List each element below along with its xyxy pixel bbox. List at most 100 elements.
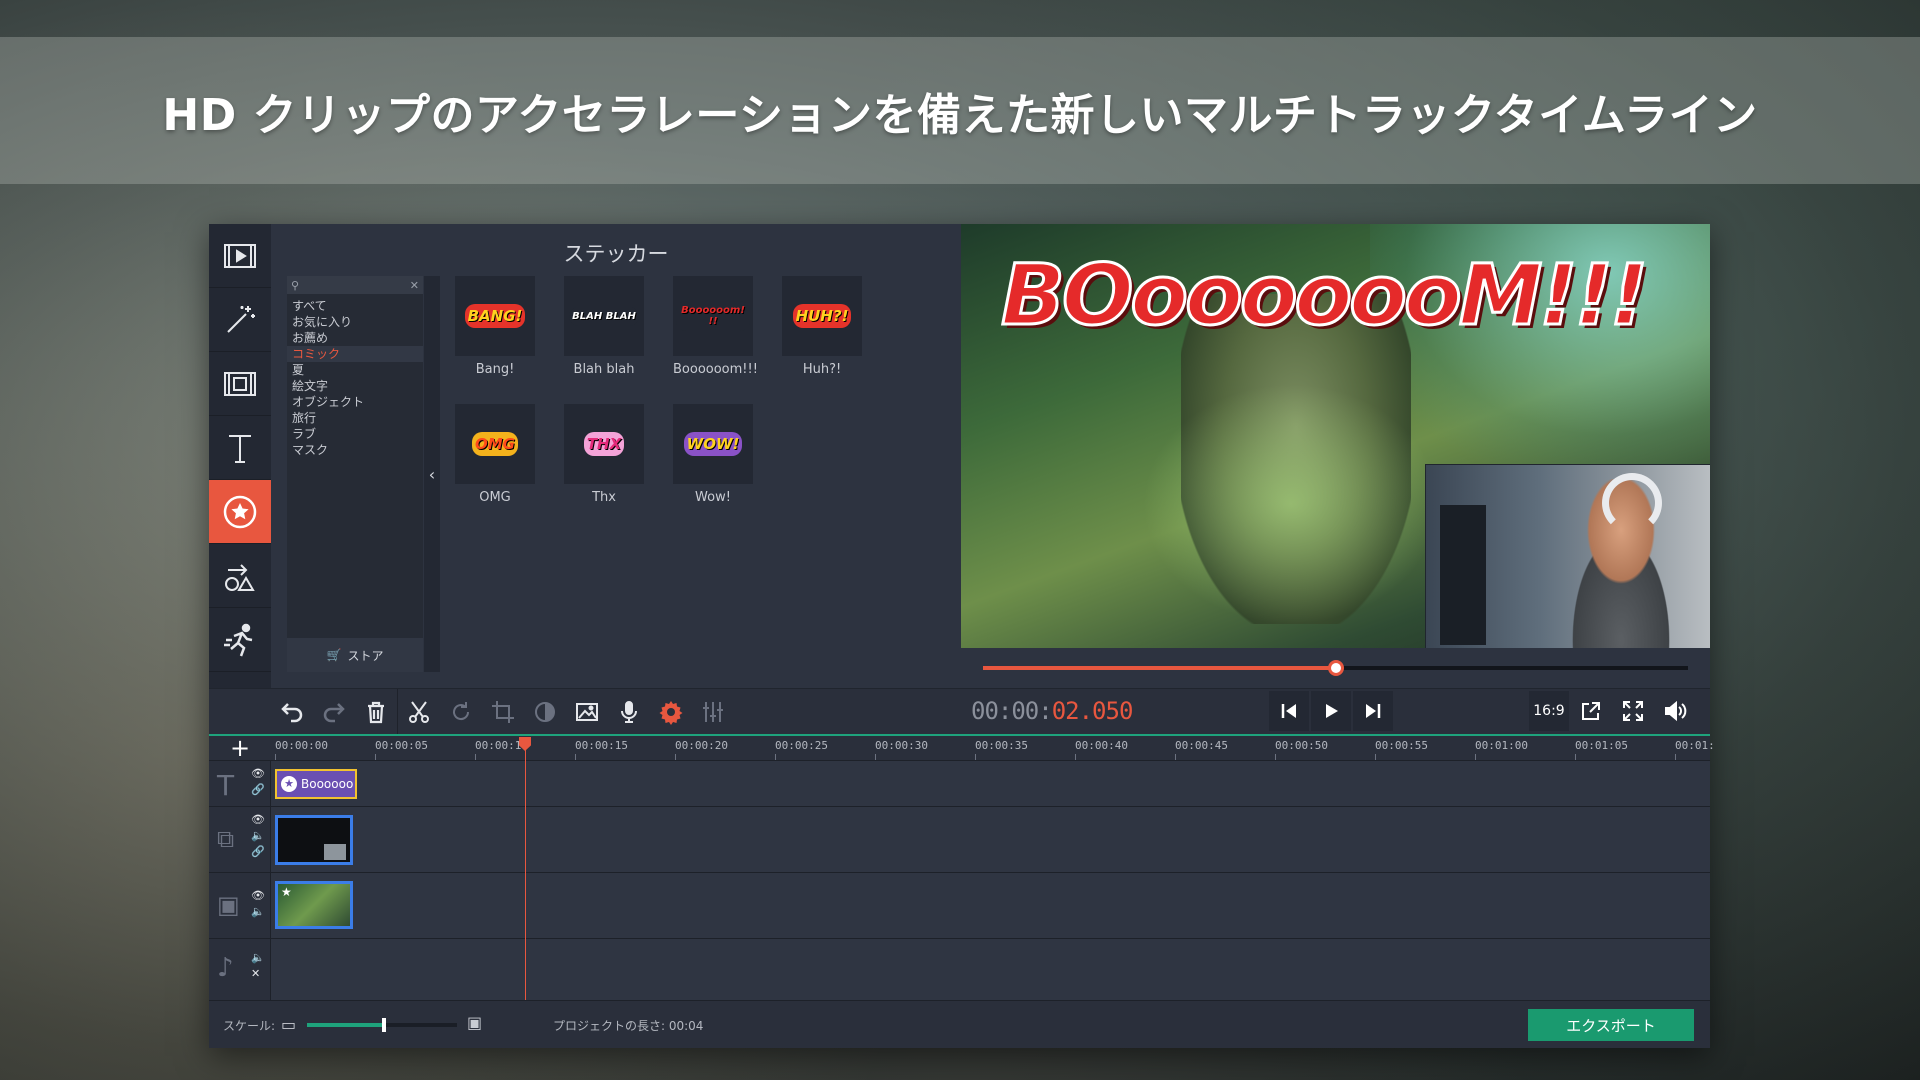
overlay-track-header: ⧉ 👁 🔈 🔗 <box>209 807 271 872</box>
boom-sticker-overlay[interactable]: BOooooooM!!! <box>999 245 1649 346</box>
category-search-input[interactable]: ⚲ ✕ <box>287 276 423 294</box>
picture-in-picture-overlay[interactable] <box>1425 464 1710 648</box>
rail-transitions-button[interactable] <box>209 352 271 416</box>
mute-icon[interactable]: 🔈 <box>251 829 265 843</box>
title-clip[interactable]: ★ Boooooo <box>275 769 357 799</box>
rotate-button[interactable] <box>440 689 482 735</box>
video-preview[interactable]: BOooooooM!!! <box>961 224 1710 648</box>
trash-icon <box>368 701 384 724</box>
category-item[interactable]: お薦め <box>287 330 423 346</box>
volume-button[interactable] <box>1655 691 1695 731</box>
store-button[interactable]: 🛒 ストア <box>287 638 423 672</box>
category-item[interactable]: マスク <box>287 442 423 458</box>
mute-icon[interactable]: 🔈 <box>251 905 265 919</box>
sticker-item[interactable]: OMG OMG <box>455 404 535 505</box>
sticker-thumbnail: OMG <box>455 404 535 484</box>
sticker-item[interactable]: WOW! Wow! <box>673 404 753 505</box>
clip-properties-button[interactable] <box>650 689 692 735</box>
text-icon <box>229 434 251 463</box>
sticker-item[interactable]: THX Thx <box>564 404 644 505</box>
crop-button[interactable] <box>482 689 524 735</box>
previous-frame-button[interactable] <box>1269 691 1309 731</box>
category-item[interactable]: すべて <box>287 298 423 314</box>
sticker-art: OMG <box>472 431 518 457</box>
rail-motion-button[interactable] <box>209 608 271 672</box>
scrub-handle[interactable] <box>1327 660 1344 676</box>
eye-icon[interactable]: 👁 <box>251 767 265 781</box>
sticker-art: WOW! <box>683 431 743 457</box>
category-item-active[interactable]: コミック <box>287 346 423 362</box>
scale-slider[interactable] <box>307 1018 457 1032</box>
color-adjust-button[interactable] <box>524 689 566 735</box>
category-list: すべて お気に入り お薦め コミック 夏 絵文字 オブジェクト 旅行 ラブ マス… <box>287 298 423 458</box>
ruler-tick-label: 00:00:35 <box>975 739 1028 752</box>
scrub-track[interactable] <box>983 660 1688 676</box>
category-item[interactable]: 夏 <box>287 362 423 378</box>
rail-titles-button[interactable] <box>209 416 271 480</box>
sticker-name: Bang! <box>475 362 515 377</box>
record-audio-button[interactable] <box>608 689 650 735</box>
sticker-art: HUH?! <box>792 303 852 329</box>
eye-icon[interactable]: 👁 <box>251 889 265 903</box>
overlay-track-icon: ⧉ <box>217 825 235 853</box>
rail-shapes-button[interactable] <box>209 544 271 608</box>
title-track-header: T 👁 🔗 <box>209 761 271 806</box>
ruler-tick-label: 00:00:15 <box>575 739 628 752</box>
scale-slider-fill <box>307 1023 382 1027</box>
play-icon <box>1326 704 1338 718</box>
delete-button[interactable] <box>355 689 397 735</box>
overlay-clip[interactable] <box>275 815 353 865</box>
zoom-in-icon[interactable]: ▣ <box>467 1013 482 1032</box>
microphone-icon <box>621 701 637 723</box>
cut-button[interactable] <box>398 689 440 735</box>
redo-button[interactable] <box>313 689 355 735</box>
audio-track: ♪ 🔈 ✕ <box>209 938 1710 1000</box>
video-clip[interactable]: ★ <box>275 881 353 929</box>
export-button[interactable]: エクスポート <box>1528 1009 1694 1041</box>
fullscreen-button[interactable] <box>1613 691 1653 731</box>
sticker-item[interactable]: HUH?! Huh?! <box>782 276 862 377</box>
link-icon[interactable]: 🔗 <box>251 783 265 797</box>
ruler-tick-label: 00:00:25 <box>775 739 828 752</box>
category-item[interactable]: ラブ <box>287 426 423 442</box>
panel-title: ステッカー <box>563 242 669 266</box>
search-icon: ⚲ <box>291 278 300 292</box>
equalizer-button[interactable] <box>692 689 734 735</box>
link-icon[interactable]: 🔗 <box>251 845 265 859</box>
category-item[interactable]: 旅行 <box>287 410 423 426</box>
undo-button[interactable] <box>271 689 313 735</box>
sticker-item[interactable]: BLAH BLAH Blah blah <box>564 276 644 377</box>
category-item[interactable]: 絵文字 <box>287 378 423 394</box>
film-transition-icon <box>224 371 256 396</box>
equalizer-icon <box>703 702 723 722</box>
scale-slider-handle[interactable] <box>382 1018 386 1032</box>
collapse-panel-button[interactable]: ‹ <box>424 276 440 672</box>
play-button[interactable] <box>1311 691 1351 731</box>
timeline-ruler[interactable]: + 00:00:00 00:00:05 00:00:10 00:00:15 00:00:… <box>209 734 1715 760</box>
rail-stickers-button[interactable] <box>209 480 271 544</box>
timecode-dim: 00:00: <box>971 697 1053 725</box>
close-icon[interactable]: ✕ <box>251 967 260 981</box>
add-track-button[interactable]: + <box>209 736 271 760</box>
clear-search-icon[interactable]: ✕ <box>410 279 419 292</box>
next-frame-button[interactable] <box>1353 691 1393 731</box>
sticker-item[interactable]: BANG! Bang! <box>455 276 535 377</box>
category-item[interactable]: オブジェクト <box>287 394 423 410</box>
sticker-art: BLAH BLAH <box>569 306 639 326</box>
sticker-icon <box>223 495 257 528</box>
rail-filters-button[interactable] <box>209 288 271 352</box>
playhead-line[interactable] <box>525 738 526 1000</box>
video-track-header: ▣ 👁 🔈 <box>209 873 271 938</box>
zoom-out-icon[interactable]: ▭ <box>281 1015 296 1034</box>
aspect-ratio-button[interactable]: 16:9 <box>1529 691 1569 731</box>
category-item[interactable]: お気に入り <box>287 314 423 330</box>
ruler-tick-label: 00:00:55 <box>1375 739 1428 752</box>
image-button[interactable] <box>566 689 608 735</box>
preview-scrubber[interactable] <box>961 648 1710 688</box>
timeline-footer: スケール: ▭ ▣ プロジェクトの長さ: 00:04 エクスポート <box>209 1000 1710 1048</box>
sticker-item[interactable]: Boooooom!!! Boooooom!!! <box>673 276 758 377</box>
mute-icon[interactable]: 🔈 <box>251 951 265 965</box>
eye-icon[interactable]: 👁 <box>251 813 265 827</box>
detach-preview-button[interactable] <box>1571 691 1611 731</box>
rail-media-import-button[interactable] <box>209 224 271 288</box>
